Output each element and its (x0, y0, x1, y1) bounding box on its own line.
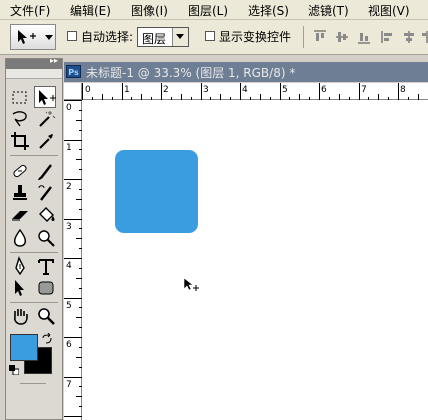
menu-bar: 文件(F) 编辑(E) 图像(I) 图层(L) 选择(S) 滤镜(T) 视图(V… (0, 0, 428, 20)
pen-icon (15, 256, 25, 276)
menu-file[interactable]: 文件(F) (10, 2, 50, 19)
auto-select-dropdown[interactable]: 图层 (137, 27, 189, 47)
pen-tool[interactable] (9, 256, 31, 278)
type-icon (38, 259, 54, 275)
menu-layer[interactable]: 图层(L) (188, 2, 228, 19)
rectangular-marquee-icon (12, 91, 27, 104)
tool-preset-picker[interactable] (10, 24, 56, 50)
ruler-label: 8 (400, 85, 406, 95)
hand-tool[interactable] (9, 305, 31, 327)
history-brush-icon (38, 185, 52, 201)
move-icon (18, 30, 36, 44)
align-left-icon[interactable] (381, 30, 395, 44)
eyedropper-tool[interactable] (35, 130, 57, 152)
eraser-tool[interactable] (9, 204, 31, 226)
path-selection-tool[interactable] (9, 277, 31, 299)
lasso-tool[interactable] (9, 108, 31, 130)
brush-icon (38, 164, 52, 180)
blur-tool[interactable] (9, 227, 31, 249)
rounded-rectangle-icon (38, 281, 54, 295)
dodge-tool[interactable] (35, 227, 57, 249)
collapse-icon[interactable]: ▸▸ (50, 56, 58, 65)
blur-icon (13, 228, 27, 247)
menu-filter[interactable]: 滤镜(T) (308, 2, 349, 19)
rounded-rectangle-tool[interactable] (35, 277, 57, 299)
document-canvas[interactable] (82, 100, 428, 420)
ruler-label: 2 (163, 85, 169, 95)
ruler-label: 0 (66, 103, 72, 113)
eyedropper-icon (39, 134, 53, 149)
rectangular-marquee-tool[interactable] (9, 87, 31, 109)
ruler-label: 6 (66, 340, 72, 350)
brush-tool[interactable] (35, 160, 57, 182)
zoom-tool[interactable] (35, 305, 57, 327)
default-colors-icon[interactable] (9, 364, 20, 376)
show-transform-checkbox[interactable] (205, 31, 215, 41)
show-transform-label: 显示变换控件 (219, 30, 292, 44)
document-title: 未标题-1 @ 33.3% (图层 1, RGB/8) * (86, 66, 296, 80)
align-bottom-icon[interactable] (357, 30, 371, 44)
history-brush-tool[interactable] (35, 182, 57, 204)
ruler-label: 1 (124, 85, 130, 95)
auto-select-checkbox[interactable] (67, 31, 77, 41)
toolbox-separator (10, 302, 58, 303)
ruler-label: 0 (85, 85, 91, 95)
hand-icon (14, 309, 28, 325)
zoom-icon (38, 308, 55, 325)
ruler-label: 3 (203, 85, 209, 95)
photoshop-logo-icon: Ps (66, 65, 81, 78)
eraser-icon (12, 211, 28, 221)
healing-brush-tool[interactable] (9, 160, 31, 182)
toolbox-separator (20, 383, 46, 384)
toolbox-separator (10, 252, 58, 253)
move-tool[interactable] (34, 86, 56, 108)
healing-brush-icon (13, 164, 27, 178)
auto-select-value: 图层 (142, 32, 167, 46)
menu-select[interactable]: 选择(S) (248, 2, 289, 19)
align-top-icon[interactable] (313, 30, 327, 44)
crop-icon (11, 132, 29, 150)
ruler-label: 2 (66, 182, 72, 192)
align-vertical-center-icon[interactable] (335, 30, 349, 44)
ruler-label: 4 (66, 261, 72, 271)
ruler-label: 5 (282, 85, 288, 95)
foreground-color-swatch[interactable] (10, 334, 38, 361)
auto-select-label: 自动选择: (81, 30, 134, 44)
move-icon (39, 90, 56, 105)
crop-tool[interactable] (9, 130, 31, 152)
align-horizontal-center-icon[interactable] (402, 30, 416, 44)
rounded-rectangle-shape[interactable] (115, 150, 198, 233)
align-right-icon[interactable] (421, 30, 428, 44)
type-tool[interactable] (35, 256, 57, 278)
toolbox-grip[interactable] (6, 69, 62, 79)
dodge-icon (38, 230, 55, 247)
ruler-label: 3 (66, 222, 72, 232)
magic-wand-tool[interactable] (35, 108, 57, 130)
options-divider (303, 26, 304, 48)
clone-stamp-icon (13, 185, 27, 200)
menu-image[interactable]: 图像(I) (131, 2, 168, 19)
ruler-label: 7 (361, 85, 367, 95)
magic-wand-icon (39, 111, 56, 127)
ruler-label: 6 (321, 85, 327, 95)
paint-bucket-icon (39, 207, 55, 222)
ruler-origin[interactable] (64, 83, 82, 100)
ruler-label: 5 (66, 301, 72, 311)
clone-stamp-tool[interactable] (9, 182, 31, 204)
ruler-label: 7 (66, 380, 72, 390)
swap-colors-icon[interactable] (41, 332, 53, 345)
menu-view[interactable]: 视图(V) (368, 2, 410, 19)
lasso-icon (12, 111, 27, 127)
move-cursor-icon (183, 277, 201, 295)
menu-edit[interactable]: 编辑(E) (70, 2, 111, 19)
ruler-label: 1 (66, 143, 72, 153)
path-selection-icon (15, 280, 24, 296)
toolbox-separator (10, 155, 58, 156)
chevron-down-icon (172, 28, 188, 46)
paint-bucket-tool[interactable] (35, 204, 57, 226)
toolbox-title-bar[interactable]: ▸▸ (6, 56, 62, 69)
ruler-label: 4 (242, 85, 248, 95)
chevron-down-icon (45, 35, 53, 40)
